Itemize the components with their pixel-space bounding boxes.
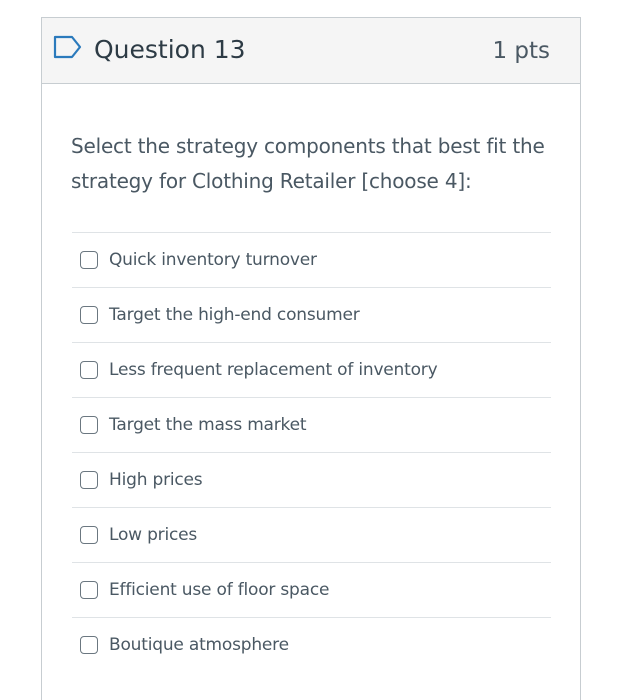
answer-checkbox[interactable] xyxy=(80,416,98,434)
answer-option[interactable]: High prices xyxy=(72,453,551,508)
answer-option[interactable]: Efficient use of floor space xyxy=(72,563,551,618)
answer-option[interactable]: Target the high-end consumer xyxy=(72,288,551,343)
answer-label[interactable]: Low prices xyxy=(109,522,197,548)
question-prompt: Select the strategy components that best… xyxy=(71,134,545,193)
answer-label[interactable]: Quick inventory turnover xyxy=(109,247,317,273)
question-title: Question 13 xyxy=(94,35,246,64)
flag-outline-icon[interactable] xyxy=(53,35,83,59)
answer-option[interactable]: Target the mass market xyxy=(72,398,551,453)
answer-checkbox[interactable] xyxy=(80,251,98,269)
answer-label[interactable]: Less frequent replacement of inventory xyxy=(109,357,438,383)
answer-label[interactable]: High prices xyxy=(109,467,203,493)
answer-checkbox[interactable] xyxy=(80,526,98,544)
question-header: Question 13 1 pts xyxy=(42,18,580,84)
answer-option[interactable]: Low prices xyxy=(72,508,551,563)
answer-checkbox[interactable] xyxy=(80,636,98,654)
question-card: Question 13 1 pts Select the strategy co… xyxy=(41,17,581,700)
answer-option[interactable]: Boutique atmosphere xyxy=(72,618,551,673)
answer-checkbox[interactable] xyxy=(80,581,98,599)
answer-label[interactable]: Efficient use of floor space xyxy=(109,577,329,603)
question-points: 1 pts xyxy=(492,38,550,64)
answer-checkbox[interactable] xyxy=(80,306,98,324)
answer-option[interactable]: Less frequent replacement of inventory xyxy=(72,343,551,398)
answer-label[interactable]: Boutique atmosphere xyxy=(109,632,289,658)
answer-label[interactable]: Target the mass market xyxy=(109,412,307,438)
answer-label[interactable]: Target the high-end consumer xyxy=(109,302,360,328)
answer-checkbox[interactable] xyxy=(80,361,98,379)
answer-checkbox[interactable] xyxy=(80,471,98,489)
answer-option[interactable]: Quick inventory turnover xyxy=(72,233,551,288)
answer-list: Quick inventory turnover Target the high… xyxy=(72,232,551,673)
